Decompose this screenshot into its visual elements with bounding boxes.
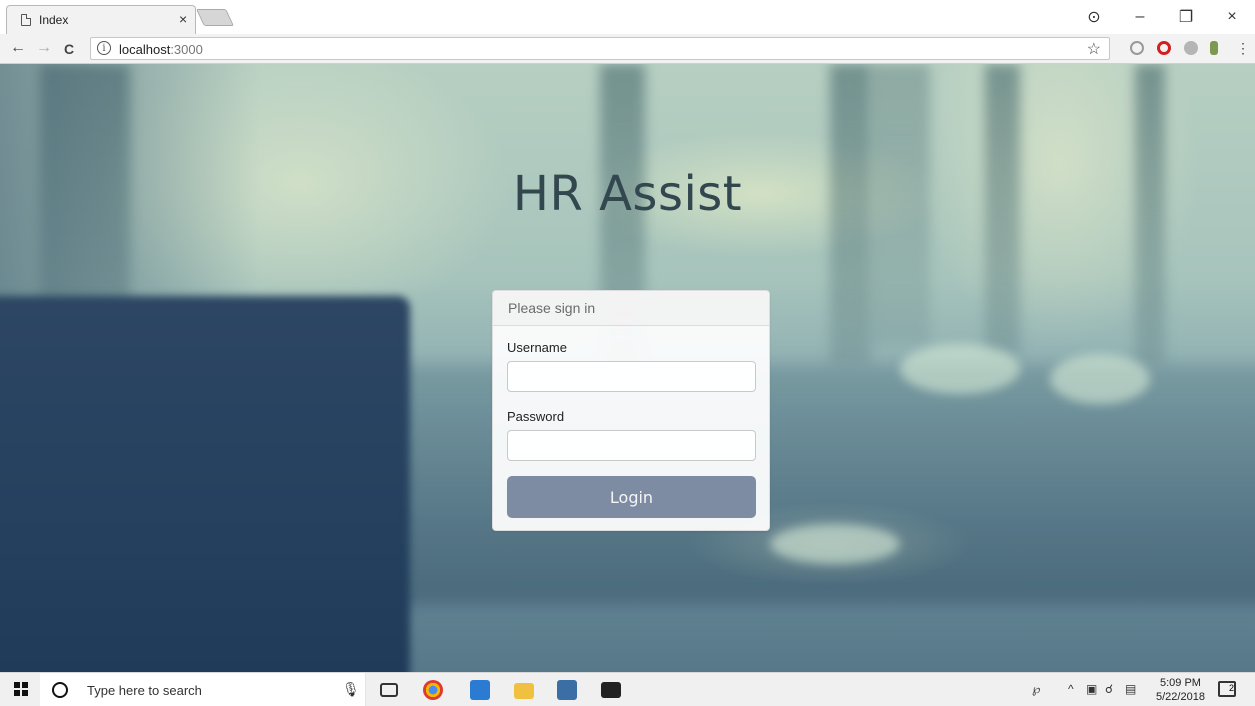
file-explorer-icon[interactable] — [514, 683, 534, 699]
chrome-icon[interactable] — [423, 680, 443, 700]
cortana-icon — [52, 682, 68, 698]
system-clock[interactable]: 5:09 PM 5/22/2018 — [1156, 676, 1205, 704]
password-label: Password — [507, 409, 565, 424]
menu-icon[interactable]: ⋮ — [1236, 40, 1250, 57]
panel-heading: Please sign in — [493, 291, 769, 326]
back-button[interactable]: ← — [10, 39, 26, 57]
chevron-up-icon[interactable]: ^ — [1068, 682, 1074, 696]
info-icon[interactable]: i — [97, 41, 111, 55]
microphone-icon[interactable]: 🎙 — [342, 681, 360, 698]
login-panel: Please sign in Username Password Login — [492, 290, 770, 531]
battery-icon[interactable]: ▣ — [1086, 682, 1097, 696]
close-tab-icon[interactable]: × — [179, 11, 187, 27]
shield-extension-icon[interactable] — [1130, 41, 1144, 55]
password-input[interactable] — [507, 430, 756, 461]
login-button[interactable]: Login — [507, 476, 756, 518]
window-controls: ⊙ – ❐ × — [1071, 0, 1255, 34]
browser-toolbar: ← → C i localhost:3000 ☆ ⋮ — [0, 34, 1255, 64]
username-input[interactable] — [507, 361, 756, 392]
background-bowl — [770, 524, 900, 564]
background-laptop — [0, 296, 410, 672]
plant-extension-icon[interactable] — [1210, 41, 1218, 55]
reload-button[interactable]: C — [64, 41, 74, 57]
login-page: HR Assist Please sign in Username Passwo… — [0, 64, 1255, 672]
notification-icon[interactable]: 2 — [1218, 681, 1236, 697]
background-bowl — [1050, 354, 1150, 404]
opera-extension-icon[interactable] — [1157, 41, 1171, 55]
clock-date: 5/22/2018 — [1156, 691, 1205, 703]
close-window-button[interactable]: × — [1209, 8, 1255, 26]
restore-button[interactable]: ❐ — [1163, 7, 1209, 27]
minimize-button[interactable]: – — [1117, 8, 1163, 26]
volume-icon[interactable]: ☌ — [1105, 682, 1113, 696]
username-label: Username — [507, 340, 567, 355]
globe-extension-icon[interactable] — [1184, 41, 1198, 55]
vscode-icon[interactable] — [470, 680, 490, 700]
taskbar: Type here to search 🎙 ℘ ^ ▣ ☌ ▤ 5:09 PM … — [0, 672, 1255, 706]
terminal-icon[interactable] — [601, 682, 621, 698]
forward-button[interactable]: → — [36, 39, 52, 57]
background-bowl — [900, 344, 1020, 394]
network-icon[interactable]: ▤ — [1125, 682, 1136, 696]
browser-tab[interactable]: Index × — [6, 5, 196, 34]
login-form: Username Password Login — [493, 326, 769, 532]
new-tab-button[interactable] — [196, 9, 234, 26]
search-placeholder: Type here to search — [87, 683, 202, 698]
url-text: localhost:3000 — [119, 42, 203, 57]
task-view-icon[interactable] — [380, 683, 398, 697]
clock-time: 5:09 PM — [1159, 677, 1201, 689]
app-title: HR Assist — [512, 166, 743, 222]
address-bar[interactable]: i localhost:3000 ☆ — [90, 37, 1110, 60]
profile-icon[interactable]: ⊙ — [1071, 7, 1117, 27]
notification-count: 2 — [1228, 683, 1234, 693]
windows-icon[interactable] — [14, 682, 28, 696]
taskbar-search[interactable]: Type here to search 🎙 — [40, 673, 366, 706]
star-icon[interactable]: ☆ — [1087, 39, 1101, 59]
tab-title: Index — [39, 13, 69, 27]
tab-strip: Index × ⊙ – ❐ × — [0, 0, 1255, 34]
word-icon[interactable] — [557, 680, 577, 700]
people-icon[interactable]: ℘ — [1032, 682, 1040, 696]
page-icon — [21, 14, 31, 26]
